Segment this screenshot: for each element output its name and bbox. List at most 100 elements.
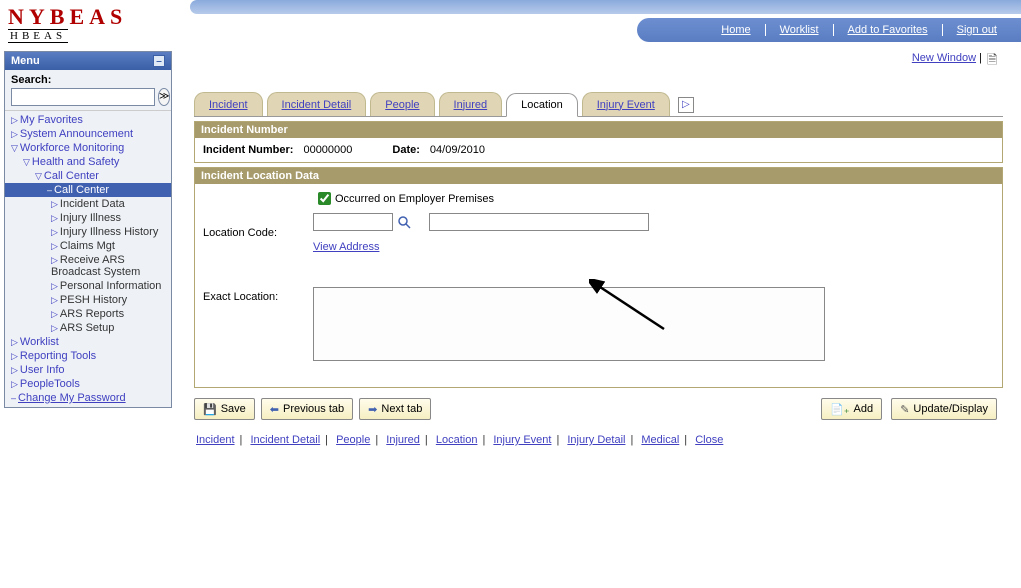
menu-item-worklist[interactable]: ▷Worklist xyxy=(5,335,171,349)
expand-icon: ▷ xyxy=(51,309,58,319)
expand-icon: ▷ xyxy=(51,199,58,209)
expand-icon: ▷ xyxy=(51,295,58,305)
panel-incident-number-head: Incident Number xyxy=(195,122,1002,138)
nav-home[interactable]: Home xyxy=(707,24,765,36)
bc-injury-detail[interactable]: Injury Detail xyxy=(567,434,625,446)
location-code-input[interactable] xyxy=(313,213,393,231)
help-icon[interactable] xyxy=(987,51,1003,65)
lookup-icon[interactable] xyxy=(397,215,411,229)
menu-header: Menu – xyxy=(5,52,171,70)
incident-number-value: 00000000 xyxy=(303,144,352,156)
menu-item-claims-mgt[interactable]: ▷Claims Mgt xyxy=(5,239,171,253)
menu-item-workforce-monitoring[interactable]: ▽Workforce Monitoring xyxy=(5,141,171,155)
nav-add-favorites[interactable]: Add to Favorites xyxy=(834,24,943,36)
tab-more-icon[interactable]: ▷ xyxy=(678,97,694,113)
bc-people[interactable]: People xyxy=(336,434,370,446)
tab-location[interactable]: Location xyxy=(506,93,578,117)
next-tab-button[interactable]: ➡Next tab xyxy=(359,398,431,420)
menu-minimize-icon[interactable]: – xyxy=(153,55,165,67)
bc-location[interactable]: Location xyxy=(436,434,478,446)
occurred-premises-checkbox[interactable] xyxy=(318,192,331,205)
sidebar: Menu – Search: ≫ ▷My Favorites ▷System A… xyxy=(0,47,176,456)
menu-search-input[interactable] xyxy=(11,88,155,106)
collapse-icon: ▽ xyxy=(11,143,18,153)
menu-tree: ▷My Favorites ▷System Announcement ▽Work… xyxy=(5,111,171,407)
nav-worklist[interactable]: Worklist xyxy=(766,24,834,36)
view-address-link[interactable]: View Address xyxy=(313,241,649,253)
tab-incident[interactable]: Incident xyxy=(194,92,263,116)
menu-item-personal-information[interactable]: ▷Personal Information xyxy=(5,279,171,293)
menu-item-favorites[interactable]: ▷My Favorites xyxy=(5,113,171,127)
header-curve: Home Worklist Add to Favorites Sign out xyxy=(170,0,1021,44)
menu-title: Menu xyxy=(11,55,40,67)
menu-item-peopletools[interactable]: ▷PeopleTools xyxy=(5,377,171,391)
dash-icon: – xyxy=(47,185,52,195)
bc-injury-event[interactable]: Injury Event xyxy=(493,434,551,446)
header-top-strip xyxy=(190,0,1021,14)
expand-icon: ▷ xyxy=(11,129,18,139)
occurred-premises-label: Occurred on Employer Premises xyxy=(335,193,494,205)
menu-item-ars-setup[interactable]: ▷ARS Setup xyxy=(5,321,171,335)
prev-icon: ⬅ xyxy=(270,403,279,416)
add-icon: 📄₊ xyxy=(830,403,850,416)
expand-icon: ▷ xyxy=(11,337,18,347)
update-display-button[interactable]: ✎Update/Display xyxy=(891,398,997,420)
tab-incident-detail[interactable]: Incident Detail xyxy=(267,92,367,116)
menu-item-call-center-sub[interactable]: –Call Center xyxy=(5,183,171,197)
menu-search-go-icon[interactable]: ≫ xyxy=(158,88,170,106)
new-window-link[interactable]: New Window xyxy=(912,52,976,64)
menu-item-user-info[interactable]: ▷User Info xyxy=(5,363,171,377)
exact-location-label: Exact Location: xyxy=(203,287,313,303)
bc-medical[interactable]: Medical xyxy=(641,434,679,446)
logo-sub: HBEAS xyxy=(8,29,68,43)
upper-right-links: New Window | xyxy=(912,51,1003,65)
expand-icon: ▷ xyxy=(11,351,18,361)
previous-tab-button[interactable]: ⬅Previous tab xyxy=(261,398,353,420)
menu-search: Search: ≫ xyxy=(5,70,171,111)
menu-item-injury-illness-history[interactable]: ▷Injury Illness History xyxy=(5,225,171,239)
top-nav: Home Worklist Add to Favorites Sign out xyxy=(637,18,1021,42)
menu-item-injury-illness[interactable]: ▷Injury Illness xyxy=(5,211,171,225)
menu-item-reporting-tools[interactable]: ▷Reporting Tools xyxy=(5,349,171,363)
tab-people[interactable]: People xyxy=(370,92,434,116)
menu-box: Menu – Search: ≫ ▷My Favorites ▷System A… xyxy=(4,51,172,408)
panel-location-data-head: Incident Location Data xyxy=(195,168,1002,184)
add-button[interactable]: 📄₊Add xyxy=(821,398,882,420)
nav-sign-out[interactable]: Sign out xyxy=(943,24,1011,36)
incident-date-value: 04/09/2010 xyxy=(430,144,485,156)
update-icon: ✎ xyxy=(900,403,909,416)
logo: NYBEAS HBEAS xyxy=(8,4,127,43)
tab-injury-event[interactable]: Injury Event xyxy=(582,92,670,116)
incident-number-label: Incident Number: xyxy=(203,144,293,156)
bc-incident-detail[interactable]: Incident Detail xyxy=(250,434,320,446)
menu-item-call-center[interactable]: ▽Call Center xyxy=(5,169,171,183)
location-desc-input[interactable] xyxy=(429,213,649,231)
expand-icon: ▷ xyxy=(11,379,18,389)
menu-item-ars-reports[interactable]: ▷ARS Reports xyxy=(5,307,171,321)
expand-icon: ▷ xyxy=(11,115,18,125)
save-icon: 💾 xyxy=(203,403,217,416)
menu-item-change-password[interactable]: –Change My Password xyxy=(5,391,171,405)
menu-item-incident-data[interactable]: ▷Incident Data xyxy=(5,197,171,211)
panel-location-data: Incident Location Data Occurred on Emplo… xyxy=(194,167,1003,388)
menu-item-system-announcement[interactable]: ▷System Announcement xyxy=(5,127,171,141)
next-icon: ➡ xyxy=(368,403,377,416)
menu-item-health-safety[interactable]: ▽Health and Safety xyxy=(5,155,171,169)
tab-bar: Incident Incident Detail People Injured … xyxy=(194,91,1003,117)
dash-icon: – xyxy=(11,393,16,403)
collapse-icon: ▽ xyxy=(35,171,42,181)
menu-search-label: Search: xyxy=(11,74,165,86)
expand-icon: ▷ xyxy=(51,227,58,237)
menu-item-ars-broadcast[interactable]: ▷Receive ARS Broadcast System xyxy=(5,253,171,279)
expand-icon: ▷ xyxy=(51,213,58,223)
expand-icon: ▷ xyxy=(11,365,18,375)
save-button[interactable]: 💾Save xyxy=(194,398,255,420)
bc-close[interactable]: Close xyxy=(695,434,723,446)
tab-injured[interactable]: Injured xyxy=(439,92,503,116)
exact-location-textarea[interactable] xyxy=(313,287,825,361)
separator: | xyxy=(979,52,985,64)
expand-icon: ▷ xyxy=(51,281,58,291)
bc-incident[interactable]: Incident xyxy=(196,434,235,446)
menu-item-pesh-history[interactable]: ▷PESH History xyxy=(5,293,171,307)
bc-injured[interactable]: Injured xyxy=(386,434,420,446)
